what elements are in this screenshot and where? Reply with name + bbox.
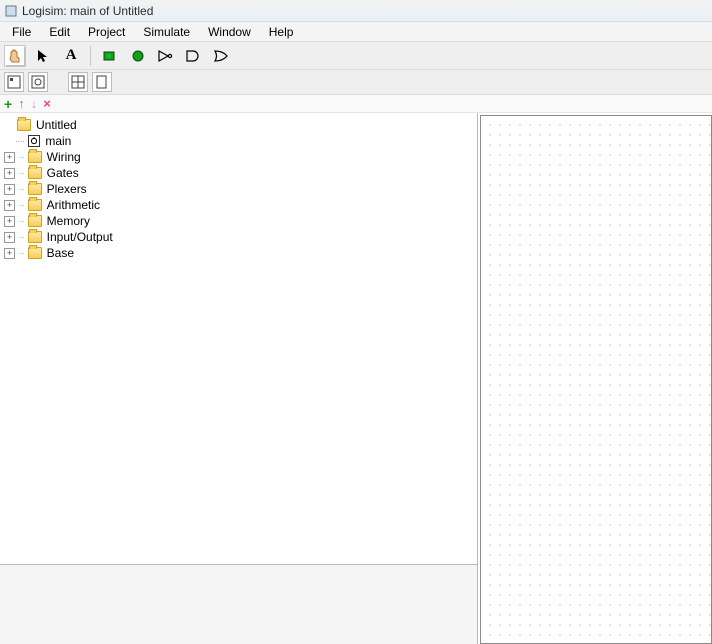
expand-icon[interactable]: + (4, 152, 15, 163)
tree-connector: ·· (19, 200, 26, 211)
tree-lib-label: Wiring (44, 150, 81, 164)
tree-lib-label: Plexers (44, 182, 87, 196)
hand-icon (7, 48, 23, 64)
menu-help[interactable]: Help (261, 23, 302, 41)
and-gate-tool[interactable] (183, 45, 205, 67)
tree-actions: + ↑ ↓ × (0, 95, 712, 113)
tree-lib-wiring[interactable]: + ·· Wiring (2, 149, 475, 165)
add-circuit-button[interactable]: + (4, 96, 12, 112)
toolbar-separator (90, 46, 91, 66)
and-gate-icon (185, 48, 203, 64)
folder-icon (28, 167, 42, 179)
tree-lib-io[interactable]: + ·· Input/Output (2, 229, 475, 245)
tree-circuit-label: main (42, 134, 71, 148)
expand-icon[interactable]: + (4, 216, 15, 227)
tree-connector: ·· (19, 168, 26, 179)
folder-icon (28, 151, 42, 163)
text-a-icon: A (66, 47, 77, 64)
secondary-toolbar (0, 70, 712, 95)
circuit-icon (28, 135, 40, 147)
tree-lib-label: Memory (44, 214, 90, 228)
content-area: Untitled ···· main + ·· Wiring + ·· Gate… (0, 113, 712, 644)
input-pin-icon (102, 48, 118, 64)
folder-icon (28, 215, 42, 227)
expand-icon[interactable]: + (4, 168, 15, 179)
circuit-canvas[interactable] (480, 115, 712, 644)
menu-simulate[interactable]: Simulate (135, 23, 198, 41)
folder-icon (28, 247, 42, 259)
page-icon (95, 75, 109, 89)
output-pin-tool[interactable] (127, 45, 149, 67)
menu-bar: File Edit Project Simulate Window Help (0, 22, 712, 42)
expand-icon[interactable]: + (4, 248, 15, 259)
move-up-button[interactable]: ↑ (18, 96, 25, 111)
folder-icon (17, 119, 31, 131)
tree-connector: ·· (19, 232, 26, 243)
zoom-fit-button[interactable] (68, 72, 88, 92)
tree-lib-memory[interactable]: + ·· Memory (2, 213, 475, 229)
menu-window[interactable]: Window (200, 23, 259, 41)
expand-icon[interactable]: + (4, 184, 15, 195)
layout-icon (7, 75, 21, 89)
tree-root-label: Untitled (33, 118, 77, 132)
select-tool[interactable] (32, 45, 54, 67)
menu-file[interactable]: File (4, 23, 39, 41)
tree-connector: ···· (15, 136, 26, 147)
window-title: Logisim: main of Untitled (22, 4, 153, 18)
grid-icon (71, 75, 85, 89)
move-down-button[interactable]: ↓ (31, 96, 38, 111)
tree-lib-label: Input/Output (44, 230, 113, 244)
expand-icon[interactable]: + (4, 232, 15, 243)
not-gate-tool[interactable] (155, 45, 177, 67)
or-gate-tool[interactable] (211, 45, 233, 67)
tree-connector: ·· (19, 184, 26, 195)
tree-lib-label: Base (44, 246, 74, 260)
print-preview-button[interactable] (92, 72, 112, 92)
project-tree[interactable]: Untitled ···· main + ·· Wiring + ·· Gate… (0, 113, 477, 564)
or-gate-icon (213, 48, 231, 64)
left-panel: Untitled ···· main + ·· Wiring + ·· Gate… (0, 113, 478, 644)
menu-project[interactable]: Project (80, 23, 133, 41)
folder-icon (28, 183, 42, 195)
cursor-icon (35, 48, 51, 64)
title-bar: Logisim: main of Untitled (0, 0, 712, 22)
folder-icon (28, 231, 42, 243)
output-pin-icon (130, 48, 146, 64)
appearance-view-button[interactable] (28, 72, 48, 92)
attribute-table[interactable] (0, 564, 477, 644)
not-gate-icon (157, 48, 175, 64)
appearance-icon (31, 75, 45, 89)
layout-view-button[interactable] (4, 72, 24, 92)
input-pin-tool[interactable] (99, 45, 121, 67)
expand-icon[interactable]: + (4, 200, 15, 211)
text-tool[interactable]: A (60, 45, 82, 67)
canvas-grid (481, 116, 711, 643)
tree-lib-gates[interactable]: + ·· Gates (2, 165, 475, 181)
tree-circuit-main[interactable]: ···· main (2, 133, 475, 149)
delete-button[interactable]: × (43, 96, 51, 111)
tree-lib-plexers[interactable]: + ·· Plexers (2, 181, 475, 197)
tree-connector: ·· (19, 216, 26, 227)
app-icon (4, 4, 18, 18)
menu-edit[interactable]: Edit (41, 23, 78, 41)
folder-icon (28, 199, 42, 211)
tree-lib-arithmetic[interactable]: + ·· Arithmetic (2, 197, 475, 213)
tree-root[interactable]: Untitled (2, 117, 475, 133)
tree-lib-label: Arithmetic (44, 198, 100, 212)
poke-tool[interactable] (4, 45, 26, 67)
main-toolbar: A (0, 42, 712, 70)
tree-lib-label: Gates (44, 166, 79, 180)
tree-lib-base[interactable]: + ·· Base (2, 245, 475, 261)
tree-connector: ·· (19, 248, 26, 259)
tree-connector: ·· (19, 152, 26, 163)
